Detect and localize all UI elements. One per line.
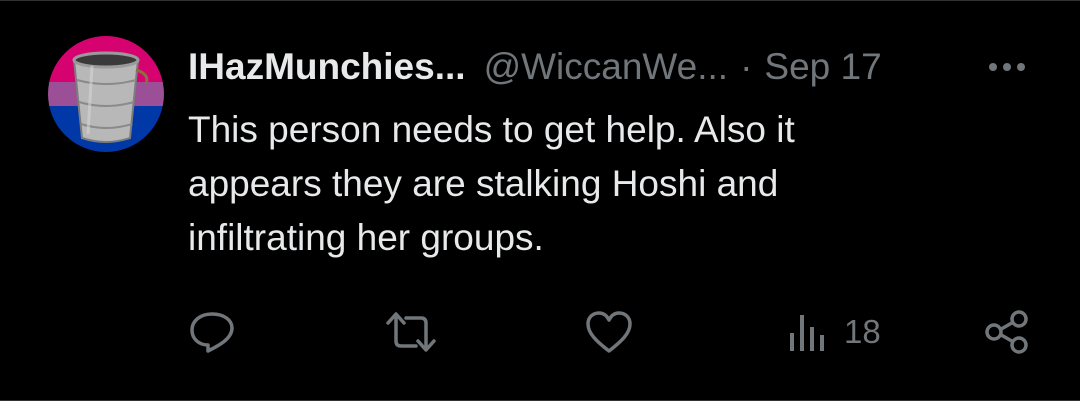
tweet-text-line: infiltrating her groups. xyxy=(188,217,544,258)
views-count: 18 xyxy=(844,313,881,350)
share-icon xyxy=(985,310,1028,354)
views-button[interactable]: 18 xyxy=(786,309,881,355)
tweet-date[interactable]: Sep 17 xyxy=(764,46,881,88)
retweet-icon xyxy=(386,312,436,352)
retweet-button[interactable] xyxy=(384,309,438,355)
share-button[interactable] xyxy=(982,309,1032,355)
tweet-text-line: appears they are stalking Hoshi and xyxy=(188,163,779,204)
user-handle[interactable]: @WiccanWe... xyxy=(484,46,729,88)
tweet-header: IHazMunchies... @WiccanWe... · Sep 17 xyxy=(188,39,882,95)
reply-icon xyxy=(190,312,234,353)
avatar[interactable] xyxy=(48,36,164,152)
tweet[interactable]: IHazMunchies... @WiccanWe... · Sep 17 Th… xyxy=(0,0,1080,401)
views-icon xyxy=(790,315,824,351)
tweet-text: This person needs to get help. Also it a… xyxy=(188,103,1048,265)
more-icon[interactable] xyxy=(982,47,1032,87)
avatar-image xyxy=(48,36,164,152)
like-button[interactable] xyxy=(584,309,634,355)
tweet-text-line: This person needs to get help. Also it xyxy=(188,109,795,150)
reply-button[interactable] xyxy=(188,309,236,355)
separator-dot: · xyxy=(740,46,753,87)
display-name[interactable]: IHazMunchies... xyxy=(188,46,466,88)
heart-icon xyxy=(586,311,632,353)
